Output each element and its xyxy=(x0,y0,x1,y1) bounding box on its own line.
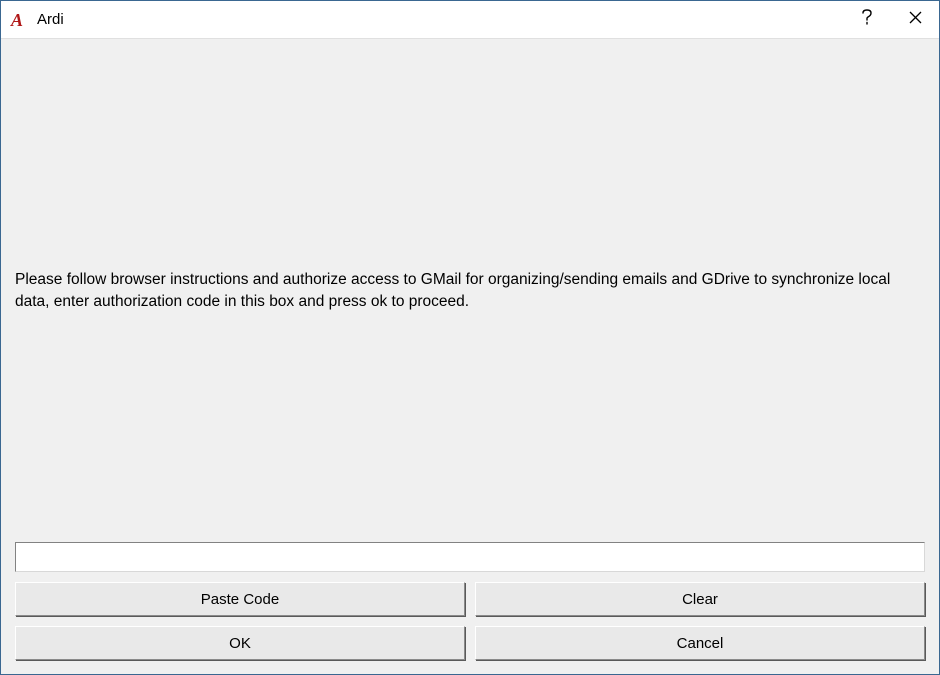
clear-button[interactable]: Clear xyxy=(475,582,925,616)
close-button[interactable] xyxy=(891,1,939,38)
help-button[interactable] xyxy=(843,1,891,38)
ok-button[interactable]: OK xyxy=(15,626,465,660)
cancel-button[interactable]: Cancel xyxy=(475,626,925,660)
button-row-1: Paste Code Clear xyxy=(15,582,925,616)
instruction-text: Please follow browser instructions and a… xyxy=(15,269,925,312)
svg-text:A: A xyxy=(10,11,23,29)
titlebar-buttons xyxy=(843,1,939,38)
close-icon xyxy=(909,11,922,29)
dialog-window: A Ardi Please follow bro xyxy=(0,0,940,675)
window-title: Ardi xyxy=(37,11,843,28)
button-row-2: OK Cancel xyxy=(15,626,925,660)
titlebar: A Ardi xyxy=(1,1,939,39)
help-icon xyxy=(861,9,873,30)
paste-code-button[interactable]: Paste Code xyxy=(15,582,465,616)
spacer xyxy=(15,51,925,269)
app-icon: A xyxy=(9,10,29,30)
dialog-client-area: Please follow browser instructions and a… xyxy=(1,39,939,674)
spacer xyxy=(15,324,925,542)
authorization-code-input[interactable] xyxy=(15,542,925,572)
